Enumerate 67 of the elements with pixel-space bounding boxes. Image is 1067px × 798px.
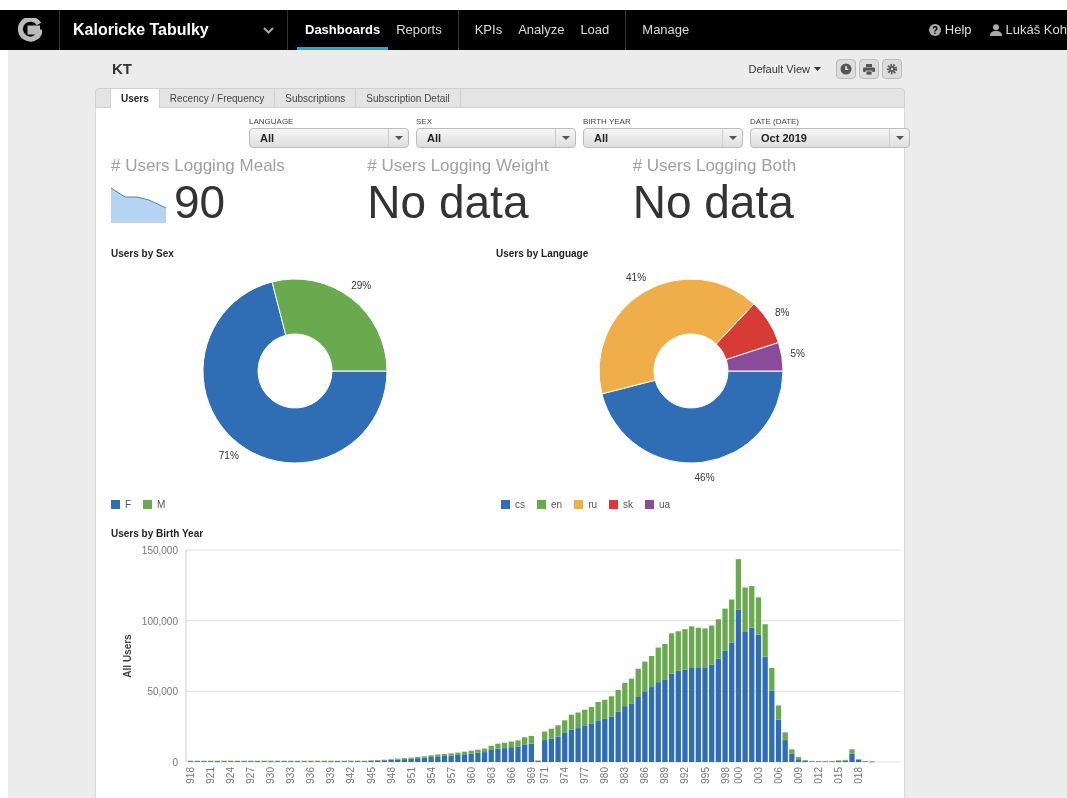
axis-tick-label: 930 — [265, 767, 277, 784]
axis-tick-label: 012 — [813, 767, 825, 784]
axis-tick-label: 963 — [485, 767, 497, 784]
axis-tick-label: 918 — [185, 767, 197, 784]
axis-tick-label: 969 — [525, 767, 537, 784]
axis-tick-label: 974 — [559, 767, 571, 784]
slice-label: 71% — [218, 450, 239, 462]
axis-tick-label: 951 — [405, 767, 417, 784]
legend-label: F — [125, 498, 132, 512]
slice-label: 5% — [790, 348, 805, 360]
axis-tick-label: 977 — [579, 767, 591, 784]
legend-label: en — [551, 498, 563, 512]
slice-label: 8% — [774, 307, 790, 319]
axis-tick-label: 018 — [853, 767, 865, 784]
filter-label: LANGUAGE — [249, 116, 295, 128]
kpi-title: # Users Logging Weight — [367, 156, 550, 176]
slice-label: 29% — [351, 279, 372, 291]
legend-label: M — [157, 498, 166, 512]
axis-tick-label: 980 — [599, 767, 611, 784]
filter-label: DATE (DATE) — [750, 116, 801, 128]
kpi-title: # Users Logging Both — [632, 156, 798, 176]
kpi-title: # Users Logging Meals — [111, 156, 286, 176]
axis-tick-label: 015 — [833, 767, 845, 784]
axis-tick-label: 150,000 — [141, 545, 178, 556]
legend-label: sk — [623, 498, 634, 512]
axis-tick-label: 995 — [699, 767, 711, 784]
chart-title: Users by Birth Year — [111, 527, 205, 541]
axis-tick-label: 986 — [639, 767, 651, 784]
axis-tick-label: 945 — [365, 767, 377, 784]
axis-tick-label: 983 — [619, 767, 631, 784]
axis-tick-label: 100,000 — [141, 615, 178, 627]
axis-tick-label: 989 — [659, 767, 671, 784]
slice-label: 41% — [626, 272, 647, 284]
axis-tick-label: 006 — [773, 767, 784, 784]
axis-tick-label: 921 — [205, 767, 217, 784]
axis-tick-label: 954 — [425, 767, 437, 784]
axis-tick-label: 50,000 — [147, 686, 178, 698]
chart-title: Users by Sex — [111, 247, 175, 261]
slice-label: 46% — [694, 472, 715, 484]
axis-tick-label: 933 — [285, 767, 297, 784]
legend-label: ua — [659, 498, 671, 512]
axis-tick-label: 0 — [172, 757, 178, 768]
axis-tick-label: 009 — [793, 767, 805, 784]
axis-tick-label: 936 — [305, 767, 317, 784]
legend-label: cs — [515, 498, 525, 512]
axis-tick-label: 957 — [445, 767, 457, 784]
axis-tick-label: 966 — [505, 767, 517, 784]
legend-label: ru — [588, 498, 598, 512]
axis-tick-label: 942 — [345, 767, 357, 784]
kpi-value: No data — [367, 176, 529, 228]
axis-tick-label: 948 — [385, 767, 397, 784]
filter-label: SEX — [416, 116, 433, 128]
axis-tick-label: 939 — [325, 767, 337, 784]
dashboard-title: KT — [112, 58, 132, 79]
axis-tick-label: 998 — [719, 767, 731, 784]
chart-title: Users by Language — [496, 247, 590, 261]
kpi-value: No data — [632, 176, 794, 228]
axis-title: All Users — [122, 634, 133, 678]
axis-tick-label: 924 — [225, 767, 237, 784]
axis-tick-label: 003 — [752, 767, 764, 784]
axis-tick-label: 971 — [539, 767, 551, 784]
axis-tick-label: 927 — [245, 767, 257, 784]
axis-tick-label: 992 — [679, 767, 691, 784]
axis-tick-label: 960 — [465, 767, 477, 784]
kpi-value: 90 — [174, 176, 226, 228]
filter-label: BIRTH YEAR — [583, 116, 632, 128]
axis-tick-label: 000 — [732, 767, 744, 784]
